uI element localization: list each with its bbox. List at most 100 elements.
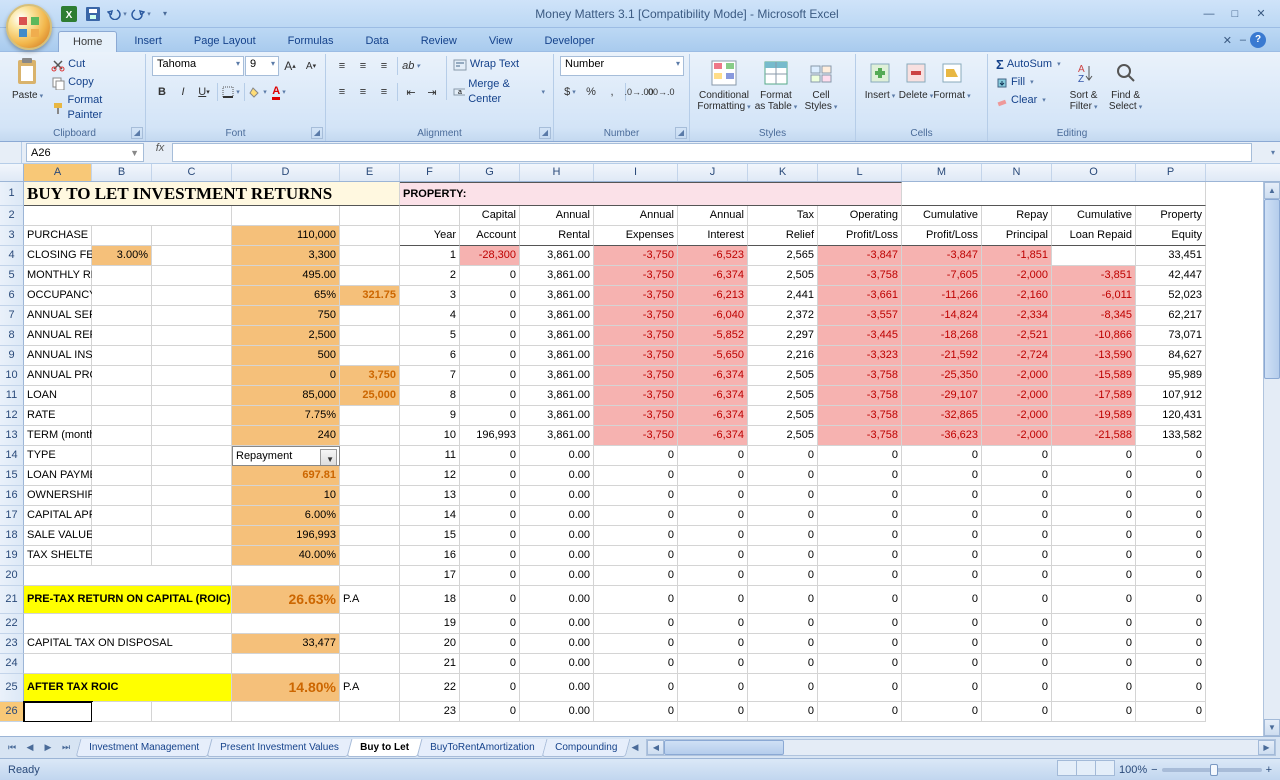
annual-rental[interactable]: 0.00 xyxy=(520,486,594,506)
repay-principal[interactable]: 0 xyxy=(982,466,1052,486)
wrap-text-button[interactable]: Wrap Text xyxy=(451,56,547,73)
cell[interactable] xyxy=(24,206,232,226)
year-cell[interactable]: 12 xyxy=(400,466,460,486)
formula-expand-icon[interactable]: ▾ xyxy=(1266,142,1280,163)
cumulative-repaid[interactable]: 0 xyxy=(1052,446,1136,466)
repay-principal[interactable]: -2,000 xyxy=(982,266,1052,286)
roic-unit[interactable] xyxy=(340,654,400,674)
zoom-slider[interactable] xyxy=(1162,768,1262,772)
roic-unit[interactable] xyxy=(340,634,400,654)
row-header-15[interactable]: 15 xyxy=(0,466,24,486)
cell[interactable] xyxy=(152,246,232,266)
operating-pl[interactable]: -3,847 xyxy=(818,246,902,266)
input-extra[interactable] xyxy=(340,506,400,526)
column-header-A[interactable]: A xyxy=(24,164,92,181)
title-cell[interactable]: BUY TO LET INVESTMENT RETURNS xyxy=(24,182,400,206)
cumulative-repaid[interactable]: 0 xyxy=(1052,506,1136,526)
roic-value[interactable] xyxy=(232,702,340,722)
cell[interactable] xyxy=(152,326,232,346)
operating-pl[interactable]: 0 xyxy=(818,466,902,486)
annual-interest[interactable]: 0 xyxy=(678,446,748,466)
roic-unit[interactable] xyxy=(340,614,400,634)
input-aux[interactable] xyxy=(92,366,152,386)
property-equity[interactable]: 0 xyxy=(1136,566,1206,586)
annual-expenses[interactable]: 0 xyxy=(594,702,678,722)
tax-relief[interactable]: 2,505 xyxy=(748,386,818,406)
capital-account[interactable]: -28,300 xyxy=(460,246,520,266)
input-label[interactable]: OCCUPANCY xyxy=(24,286,92,306)
ribbon-tab-view[interactable]: View xyxy=(474,30,528,51)
row-header-5[interactable]: 5 xyxy=(0,266,24,286)
sheet-tab-present-investment-values[interactable]: Present Investment Values xyxy=(207,739,353,757)
input-extra[interactable] xyxy=(340,226,400,246)
annual-rental[interactable]: 3,861.00 xyxy=(520,306,594,326)
input-label[interactable]: ANNUAL INSURANCE xyxy=(24,346,92,366)
capital-account[interactable]: 0 xyxy=(460,266,520,286)
format-cells-button[interactable]: Format xyxy=(934,56,970,104)
year-cell[interactable]: 5 xyxy=(400,326,460,346)
annual-expenses[interactable]: 0 xyxy=(594,506,678,526)
input-extra[interactable]: 3,750 xyxy=(340,366,400,386)
row-header-24[interactable]: 24 xyxy=(0,654,24,674)
input-aux[interactable] xyxy=(92,326,152,346)
cumulative-repaid[interactable]: -10,866 xyxy=(1052,326,1136,346)
input-extra[interactable]: 25,000 xyxy=(340,386,400,406)
input-aux[interactable] xyxy=(92,406,152,426)
year-cell[interactable]: 2 xyxy=(400,266,460,286)
input-value[interactable]: 500 xyxy=(232,346,340,366)
cumulative-repaid[interactable]: 0 xyxy=(1052,546,1136,566)
annual-interest[interactable]: 0 xyxy=(678,586,748,614)
input-value[interactable]: 85,000 xyxy=(232,386,340,406)
annual-rental[interactable]: 0.00 xyxy=(520,566,594,586)
ribbon-tab-formulas[interactable]: Formulas xyxy=(273,30,349,51)
year-cell[interactable]: 3 xyxy=(400,286,460,306)
operating-pl[interactable]: 0 xyxy=(818,546,902,566)
input-value[interactable]: 196,993 xyxy=(232,526,340,546)
table-header[interactable]: Annual xyxy=(520,206,594,226)
repay-principal[interactable]: 0 xyxy=(982,702,1052,722)
tax-relief[interactable]: 0 xyxy=(748,446,818,466)
annual-interest[interactable]: 0 xyxy=(678,674,748,702)
property-equity[interactable]: 0 xyxy=(1136,486,1206,506)
cumulative-repaid[interactable]: 0 xyxy=(1052,614,1136,634)
qat-undo-icon[interactable] xyxy=(106,3,128,25)
table-header[interactable]: Repay xyxy=(982,206,1052,226)
comma-button[interactable]: , xyxy=(602,82,622,102)
input-value[interactable]: 3,300 xyxy=(232,246,340,266)
annual-rental[interactable]: 3,861.00 xyxy=(520,326,594,346)
operating-pl[interactable]: 0 xyxy=(818,634,902,654)
roic-value[interactable] xyxy=(232,566,340,586)
repay-principal[interactable]: 0 xyxy=(982,566,1052,586)
autosum-button[interactable]: ΣAutoSum xyxy=(994,56,1063,73)
decrease-decimal-button[interactable]: .00→.0 xyxy=(650,82,670,102)
row-header-25[interactable]: 25 xyxy=(0,674,24,702)
year-cell[interactable]: 7 xyxy=(400,366,460,386)
table-header[interactable]: Property xyxy=(1136,206,1206,226)
capital-account[interactable]: 0 xyxy=(460,406,520,426)
annual-rental[interactable]: 0.00 xyxy=(520,586,594,614)
annual-expenses[interactable]: 0 xyxy=(594,526,678,546)
operating-pl[interactable]: -3,557 xyxy=(818,306,902,326)
input-label[interactable]: OWNERSHIP (Years) xyxy=(24,486,92,506)
input-label[interactable]: CLOSING FEES xyxy=(24,246,92,266)
cell[interactable] xyxy=(152,266,232,286)
year-cell[interactable]: 14 xyxy=(400,506,460,526)
input-extra[interactable] xyxy=(340,246,400,266)
cumulative-repaid[interactable]: -21,588 xyxy=(1052,426,1136,446)
tab-last-icon[interactable]: ⏭ xyxy=(58,740,74,756)
align-center-button[interactable]: ≡ xyxy=(353,82,373,102)
year-cell[interactable]: 11 xyxy=(400,446,460,466)
year-cell[interactable]: 4 xyxy=(400,306,460,326)
repay-principal[interactable]: -2,724 xyxy=(982,346,1052,366)
capital-account[interactable]: 0 xyxy=(460,286,520,306)
roic-unit[interactable] xyxy=(340,566,400,586)
row-header-13[interactable]: 13 xyxy=(0,426,24,446)
operating-pl[interactable]: 0 xyxy=(818,446,902,466)
input-value[interactable]: 6.00% xyxy=(232,506,340,526)
annual-expenses[interactable]: 0 xyxy=(594,674,678,702)
input-aux[interactable] xyxy=(92,466,152,486)
orientation-button[interactable]: ab xyxy=(401,56,421,76)
input-value[interactable]: 65% xyxy=(232,286,340,306)
annual-interest[interactable]: 0 xyxy=(678,654,748,674)
input-value[interactable]: 110,000 xyxy=(232,226,340,246)
